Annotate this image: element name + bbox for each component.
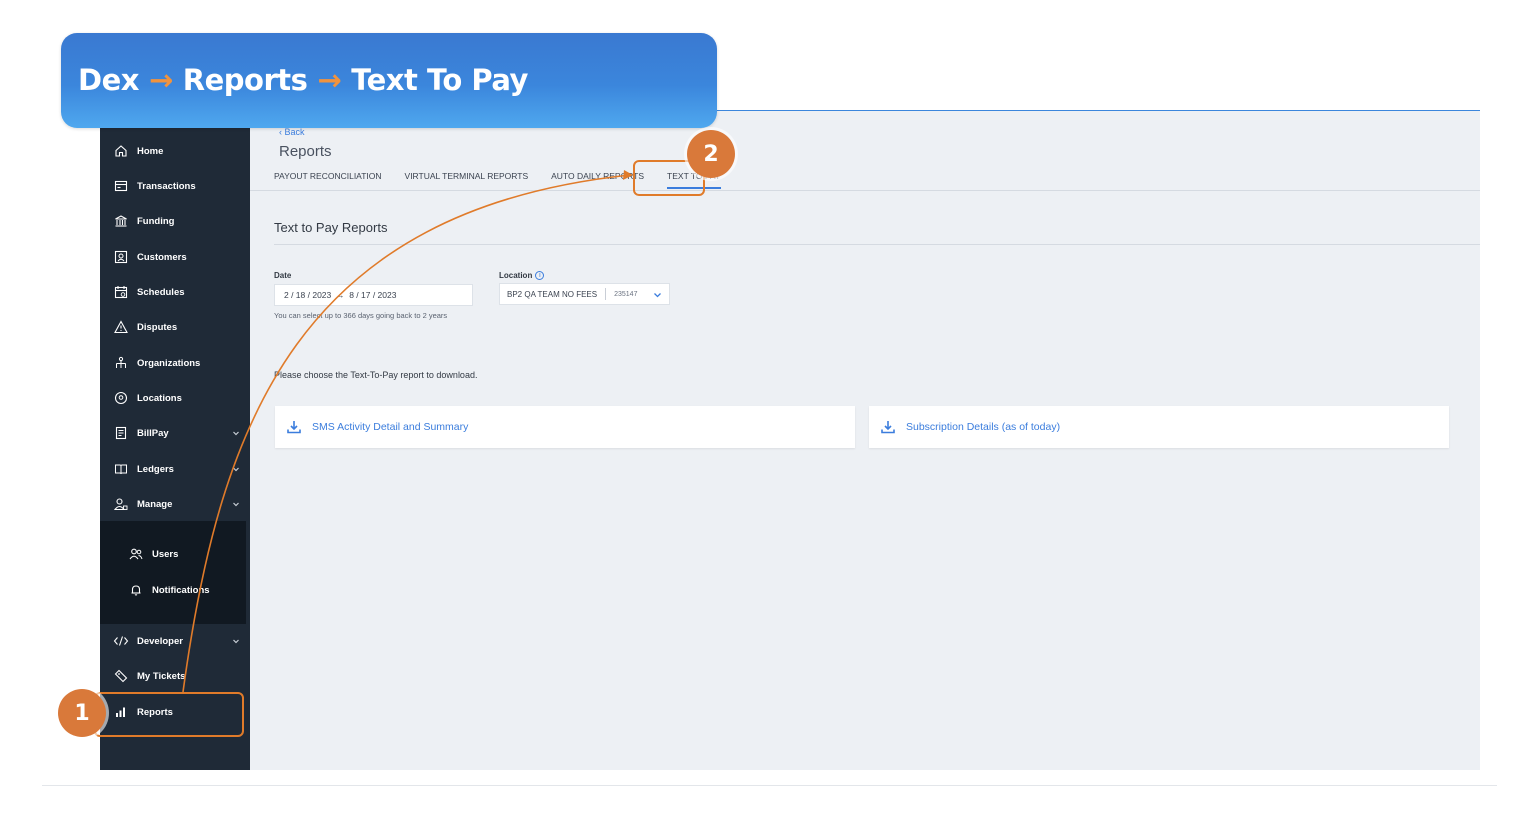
tab-payout-reconciliation[interactable]: PAYOUT RECONCILIATION [274,171,382,189]
bell-icon [128,582,144,598]
tab-auto-daily-reports[interactable]: AUTO DAILY REPORTS [551,171,644,189]
bank-icon [113,213,129,229]
sidebar-item-label: Ledgers [137,463,174,475]
sidebar-item-label: Transactions [137,180,196,192]
sidebar-item-label: Disputes [137,321,178,333]
date-hint: You can select up to 366 days going back… [274,311,448,320]
location-label: Location [499,271,533,280]
sidebar-item-home[interactable]: Home [100,137,250,165]
sidebar-item-label: Developer [137,635,183,647]
report-card-label: Subscription Details (as of today) [906,421,1061,433]
sidebar-item-label: Manage [137,498,173,510]
customers-icon [113,249,129,265]
sidebar-item-label: Home [137,145,164,157]
date-label: Date [274,271,292,280]
chevron-down-icon [231,499,241,509]
sidebar-item-label: Users [152,548,179,560]
chevron-down-icon [231,464,241,474]
report-card-sms-activity[interactable]: SMS Activity Detail and Summary [275,406,855,448]
bill-icon [113,425,129,441]
sidebar-item-label: Locations [137,392,182,404]
sidebar: Home Transactions Funding Customers Sche… [100,111,250,770]
download-prompt: Please choose the Text-To-Pay report to … [274,370,478,380]
banner-crumb-text-to-pay: Text To Pay [351,63,528,97]
sidebar-item-disputes[interactable]: Disputes [100,313,250,341]
sidebar-item-label: Notifications [152,584,210,596]
download-icon [286,419,302,435]
sidebar-item-label: My Tickets [137,670,186,682]
main-content: ‹ Back Reports PAYOUT RECONCILIATION VIR… [250,111,1480,770]
chevron-down-icon [653,291,662,299]
back-link[interactable]: ‹ Back [279,127,305,137]
footer-divider [42,785,1497,786]
info-icon[interactable]: i [535,271,545,281]
sidebar-item-users[interactable]: Users [100,541,246,567]
banner-breadcrumb: Dex → Reports → Text To Pay [78,63,528,97]
chevron-down-icon [231,428,241,438]
app-window: Home Transactions Funding Customers Sche… [100,111,1480,770]
location-label-row: Location i [499,271,545,281]
sidebar-item-ledgers[interactable]: Ledgers [100,455,250,483]
chevron-down-icon [231,636,241,646]
report-card-label: SMS Activity Detail and Summary [312,421,469,433]
date-range-value: 2 / 18 / 2023 → 8 / 17 / 2023 [284,290,397,300]
sidebar-item-billpay[interactable]: BillPay [100,419,250,447]
select-separator [605,288,607,300]
tickets-icon [113,668,129,684]
arrow-right-icon: → [148,63,173,97]
manage-submenu: Users Notifications [100,521,246,624]
tab-virtual-terminal-reports[interactable]: VIRTUAL TERMINAL REPORTS [405,171,529,189]
location-pin-icon [113,390,129,406]
arrow-right-icon: → [317,63,342,97]
sidebar-item-manage[interactable]: Manage [100,490,250,518]
sidebar-item-label: Customers [137,251,187,263]
step-badge-2: 2 [687,130,735,178]
step-badge-1: 1 [58,689,106,737]
banner-crumb-dex: Dex [78,63,139,97]
section-title: Text to Pay Reports [274,220,388,235]
calendar-icon [113,284,129,300]
sidebar-item-label: Organizations [137,357,201,369]
sidebar-item-schedules[interactable]: Schedules [100,278,250,306]
location-id: 235147 [614,290,638,298]
code-icon [113,633,129,649]
transactions-icon [113,178,129,194]
sidebar-item-label: Funding [137,215,175,227]
sidebar-item-organizations[interactable]: Organizations [100,349,250,377]
sidebar-item-label: Schedules [137,286,185,298]
sidebar-item-transactions[interactable]: Transactions [100,172,250,200]
sidebar-item-notifications[interactable]: Notifications [100,577,246,603]
sidebar-item-label: BillPay [137,427,169,439]
sidebar-item-my-tickets[interactable]: My Tickets [100,662,250,690]
page-title: Reports [279,143,332,160]
warning-icon [113,319,129,335]
download-icon [880,419,896,435]
ledger-icon [113,461,129,477]
tabs-divider [250,190,1480,191]
users-icon [128,546,144,562]
title-banner: Dex → Reports → Text To Pay [61,33,717,128]
manage-users-icon [113,496,129,512]
sidebar-item-funding[interactable]: Funding [100,207,250,235]
location-name: BP2 QA TEAM NO FEES [507,289,598,299]
banner-crumb-reports: Reports [182,63,308,97]
report-card-subscription-details[interactable]: Subscription Details (as of today) [869,406,1449,448]
org-chart-icon [113,355,129,371]
callout-highlight-reports [94,692,244,737]
home-icon [113,143,129,159]
date-range-input[interactable]: 2 / 18 / 2023 → 8 / 17 / 2023 [274,284,473,306]
section-divider [274,244,1480,245]
sidebar-item-customers[interactable]: Customers [100,243,250,271]
location-select[interactable]: BP2 QA TEAM NO FEES 235147 [499,283,670,305]
sidebar-item-developer[interactable]: Developer [100,627,250,655]
sidebar-item-locations[interactable]: Locations [100,384,250,412]
